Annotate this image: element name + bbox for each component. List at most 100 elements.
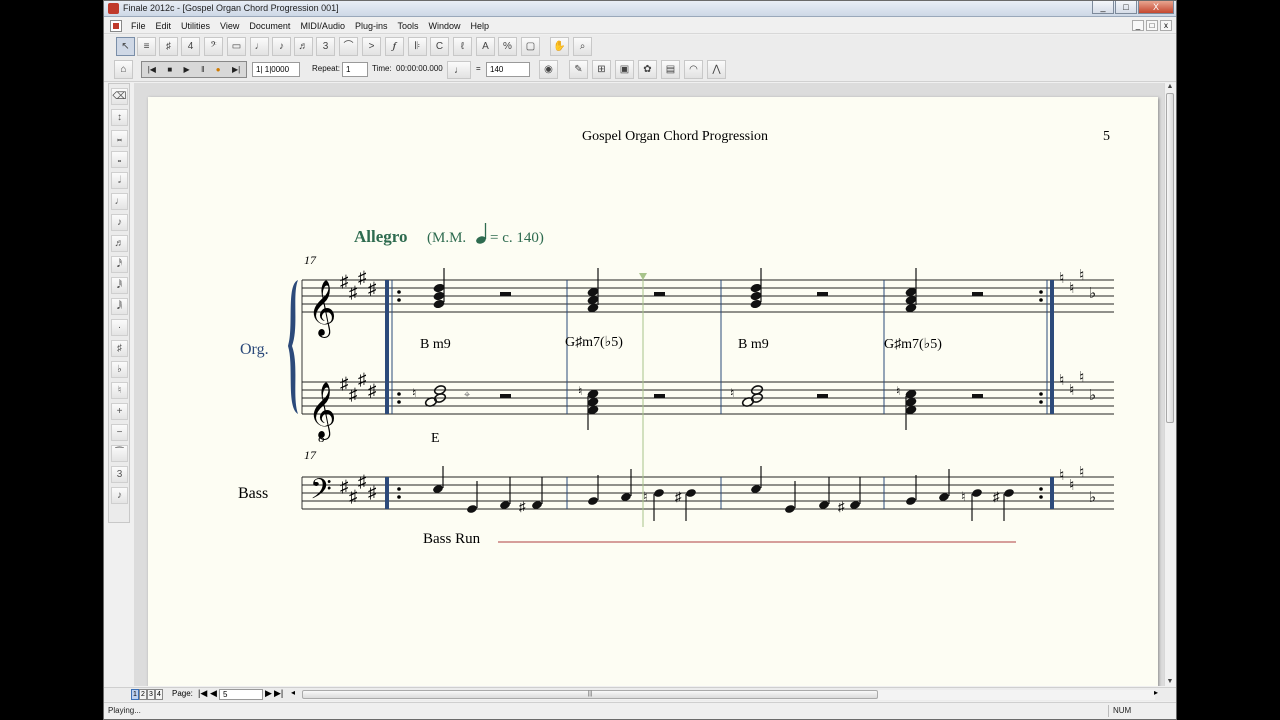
horizontal-scroll-thumb[interactable]: ||| [302,690,878,699]
close-button[interactable]: X [1138,1,1174,14]
chord-symbol-4[interactable]: G♯m7(♭5) [884,337,942,352]
pause-icon[interactable]: ‖ [201,65,204,74]
text-icon[interactable]: A [476,37,495,56]
chord-symbol-1[interactable]: B m9 [420,337,451,352]
minimize-button[interactable]: _ [1092,1,1114,14]
scroll-right-icon[interactable]: ▸ [1154,688,1158,697]
thirty-second-note-icon[interactable]: 𝅘𝅥𝅰 [111,256,128,273]
layer-tab-1[interactable]: 1 [131,689,139,700]
special-tools-icon[interactable]: ▤ [661,60,680,79]
chord-note[interactable]: ♮ [412,385,447,408]
stop-icon[interactable]: ■ [167,65,172,74]
bass-note[interactable] [784,481,796,514]
text-expression-bass-run[interactable]: Bass Run [423,531,481,547]
chord-note[interactable] [433,268,446,309]
layer-tab-3[interactable]: 3 [147,689,155,700]
graphics-icon[interactable]: ▢ [521,37,540,56]
menu-midi-audio[interactable]: MIDI/Audio [295,21,350,31]
zoom-icon[interactable]: ⌕ [573,37,592,56]
page-number-input[interactable]: 5 [219,689,263,700]
menu-tools[interactable]: Tools [392,21,423,31]
articulation-icon[interactable]: > [362,37,381,56]
tempo-note-icon[interactable]: ♩ [447,61,471,79]
mass-edit-icon[interactable]: ⊞ [592,60,611,79]
sixteenth-note-icon[interactable]: ♬ [111,235,128,252]
doc-restore-button[interactable]: □ [1146,20,1158,31]
tuplet-palette-icon[interactable]: 3 [111,466,128,483]
simple-entry-icon[interactable]: ♩ [250,37,269,56]
ossia-icon[interactable]: ▣ [615,60,634,79]
menu-view[interactable]: View [215,21,244,31]
smart-shape-icon[interactable]: ⌒ [339,37,358,56]
measure-icon[interactable]: ▭ [227,37,246,56]
chord-symbol-3[interactable]: B m9 [738,337,769,352]
expression-icon[interactable]: 𝆑 [385,37,404,56]
next-page-icon[interactable]: ▶ [265,688,272,699]
half-step-down-icon[interactable]: − [111,424,128,441]
menu-document[interactable]: Document [244,21,295,31]
playback-settings-icon[interactable]: ⌂ [114,60,133,79]
record-icon[interactable]: ● [216,65,221,74]
beam-tool-icon[interactable]: ⋀ [707,60,726,79]
chord-note[interactable]: ♮ [896,384,917,430]
tie-tool-icon[interactable]: ◠ [684,60,703,79]
menu-edit[interactable]: Edit [151,21,177,31]
mirror-icon[interactable]: ✿ [638,60,657,79]
chord-note[interactable] [587,268,600,313]
horizontal-scrollbar[interactable]: ||| [302,690,1155,700]
menu-file[interactable]: File [126,21,151,31]
time-signature-icon[interactable]: 4 [181,37,200,56]
vertical-scrollbar[interactable]: ▲ ▼ [1164,83,1175,686]
vertical-scroll-thumb[interactable] [1166,93,1174,423]
note-mover-icon[interactable]: ✎ [569,60,588,79]
bass-note[interactable]: ♯ [519,477,543,514]
128th-note-icon[interactable]: 𝅘𝅥𝅲 [111,298,128,315]
bass-note[interactable] [432,466,444,494]
speedy-entry-icon[interactable]: ♪ [272,37,291,56]
chord-note[interactable] [905,268,918,313]
previous-page-icon[interactable]: ◀ [210,688,217,699]
click-countoff-icon[interactable]: ◉ [539,60,558,79]
chord-note[interactable] [750,268,763,309]
first-page-icon[interactable]: |◀ [198,688,207,699]
lyrics-icon[interactable]: ℓ [453,37,472,56]
tempo-input[interactable]: 140 [486,62,530,77]
bass-note[interactable] [938,469,950,502]
sharp-icon[interactable]: ♯ [111,340,128,357]
sixty-fourth-note-icon[interactable]: 𝅘𝅥𝅱 [111,277,128,294]
hand-grabber-icon[interactable]: ✋ [550,37,569,56]
bass-note[interactable] [620,469,632,502]
grace-note-icon[interactable]: ♪ [111,487,128,504]
document-icon[interactable] [110,19,122,32]
whole-note-icon[interactable]: 𝅝 [111,151,128,168]
menu-utilities[interactable]: Utilities [176,21,215,31]
scroll-up-icon[interactable]: ▲ [1166,83,1174,91]
doc-minimize-button[interactable]: _ [1132,20,1144,31]
layer-tab-4[interactable]: 4 [155,689,163,700]
menu-window[interactable]: Window [424,21,466,31]
tuplet-icon[interactable]: 3 [316,37,335,56]
chord-icon[interactable]: C [430,37,449,56]
bass-chord-symbol[interactable]: E [431,431,440,446]
chord-symbol-2[interactable]: G♯m7(♭5) [565,335,623,350]
menu-help[interactable]: Help [466,21,495,31]
flat-icon[interactable]: ♭ [111,361,128,378]
bass-note[interactable] [499,477,511,510]
chord-note[interactable]: ♮ [578,384,599,430]
rewind-icon[interactable]: |◀ [148,65,156,74]
chord-note[interactable]: ♮ [730,385,764,408]
layer-tab-2[interactable]: 2 [139,689,147,700]
bass-note[interactable] [905,475,917,506]
half-note-icon[interactable]: 𝅗𝅥 [111,172,128,189]
fast-forward-icon[interactable]: ▶| [232,65,240,74]
quarter-note-icon[interactable]: ♩ [111,193,128,210]
menu-plug-ins[interactable]: Plug-ins [350,21,393,31]
doc-close-button[interactable]: x [1160,20,1172,31]
tie-icon[interactable]: ⁀ [111,445,128,462]
resize-icon[interactable]: % [498,37,517,56]
repeat-icon[interactable]: 𝄆 [408,37,427,56]
bass-note[interactable] [818,477,830,510]
clef-icon[interactable]: 𝄢 [204,37,223,56]
measure-counter[interactable]: 1| 1|0000 [252,62,300,77]
bass-note[interactable] [587,475,599,506]
